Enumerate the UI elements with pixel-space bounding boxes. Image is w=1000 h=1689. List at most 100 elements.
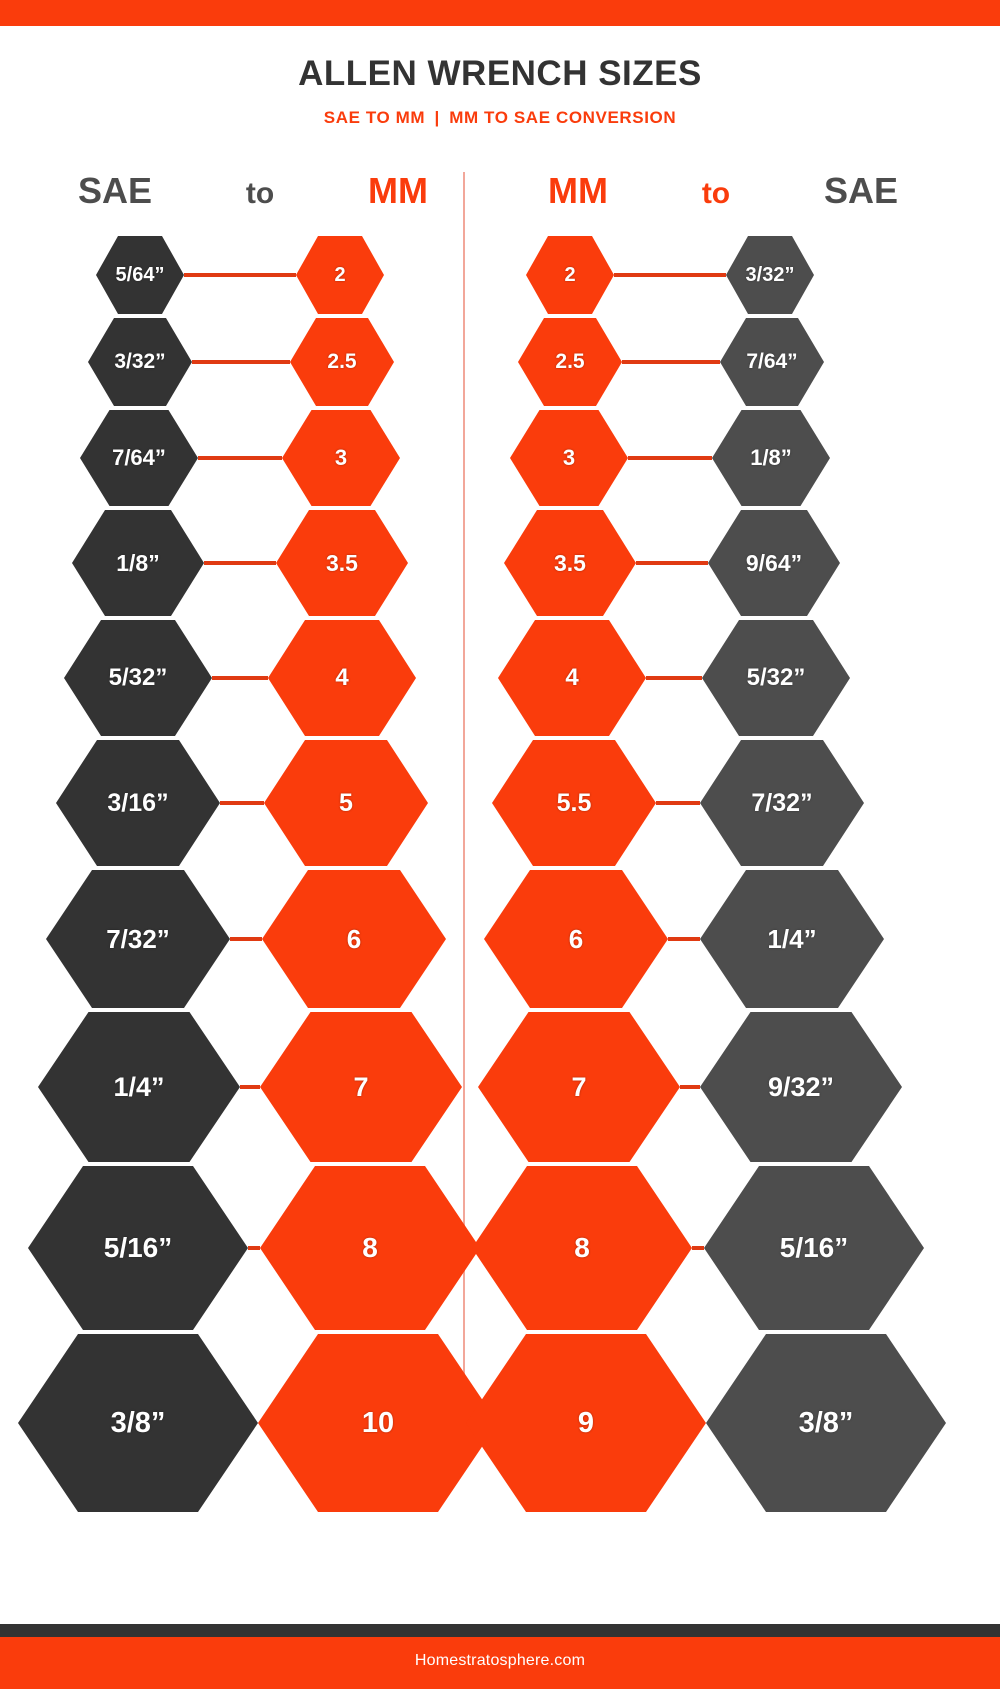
conversion-row: 3.5 9/64” <box>466 510 1000 616</box>
top-accent-bar <box>0 0 1000 26</box>
conversion-row: 8 5/16” <box>466 1166 1000 1330</box>
hex-label: 3 <box>562 445 576 470</box>
footer-dark-bar <box>0 1624 1000 1637</box>
hex-label: 4 <box>565 664 579 691</box>
hex-label: 2.5 <box>327 350 357 373</box>
connector-line <box>614 273 726 277</box>
hex-label: 3/32” <box>745 263 795 286</box>
hex-mm-value: 5.5 <box>492 740 656 866</box>
hex-mm-value: 3.5 <box>504 510 636 616</box>
hex-mm-value: 2.5 <box>290 318 394 406</box>
hex-mm-value: 8 <box>260 1166 480 1330</box>
hex-label: 5/32” <box>108 664 168 691</box>
hex-mm-value: 2 <box>526 236 614 314</box>
hex-mm-value: 3 <box>510 410 628 506</box>
hex-mm-value: 8 <box>472 1166 692 1330</box>
hex-label: 4 <box>335 664 349 691</box>
hex-sae-value: 5/16” <box>704 1166 924 1330</box>
hex-mm-value: 7 <box>260 1012 462 1162</box>
sae-to-mm-panel: 5/64” 2 3/32” 2.5 7/64” 3 1/8” 3.5 5/32” 4 3/16” 5 7… <box>0 236 498 1512</box>
connector-line <box>220 801 264 805</box>
conversion-row: 5/32” 4 <box>0 620 463 736</box>
connector-line <box>204 561 276 565</box>
conversion-row: 7/32” 6 <box>0 870 463 1008</box>
hex-label: 6 <box>346 923 362 954</box>
hex-label: 3/32” <box>114 350 166 373</box>
page-subtitle: SAE TO MM | MM TO SAE CONVERSION <box>0 108 1000 128</box>
mm-to-sae-panel: 2 3/32” 2.5 7/64” 3 1/8” 3.5 9/64” 4 5/32” 5.5 7/32… <box>466 236 1000 1512</box>
hex-mm-value: 3 <box>282 410 400 506</box>
hex-label: 7 <box>571 1071 587 1102</box>
column-heading-sae-to-mm: SAE to MM <box>78 170 428 212</box>
hex-label: 5/32” <box>746 664 806 691</box>
connector-line <box>230 937 262 941</box>
hex-label: 9/64” <box>745 549 803 576</box>
heading-sae-right: SAE <box>823 170 898 211</box>
column-heading-mm-to-sae: MM to SAE <box>548 170 898 212</box>
hex-label: 9 <box>577 1406 595 1439</box>
connector-line <box>192 360 290 364</box>
hex-sae-value: 7/32” <box>46 870 230 1008</box>
hex-label: 5/64” <box>115 263 165 286</box>
subtitle-separator: | <box>434 108 440 127</box>
hex-sae-value: 5/32” <box>702 620 850 736</box>
hex-label: 7 <box>353 1071 369 1102</box>
connector-line <box>646 676 702 680</box>
hex-label: 7/32” <box>751 788 813 817</box>
connector-line <box>240 1085 260 1089</box>
hex-label: 3 <box>334 445 348 470</box>
hex-label: 10 <box>361 1406 395 1439</box>
heading-sae: SAE <box>78 170 153 211</box>
conversion-row: 5.5 7/32” <box>466 740 1000 866</box>
conversion-row: 2.5 7/64” <box>466 318 1000 406</box>
conversion-row: 4 5/32” <box>466 620 1000 736</box>
hex-label: 8 <box>574 1232 590 1263</box>
column-headings: SAE to MM MM to SAE <box>0 170 1000 226</box>
conversion-row: 3/8” 10 <box>0 1334 498 1512</box>
hex-sae-value: 1/8” <box>712 410 830 506</box>
hex-label: 2.5 <box>555 350 585 373</box>
hex-mm-value: 6 <box>262 870 446 1008</box>
hex-label: 3.5 <box>326 549 358 576</box>
hex-label: 8 <box>362 1232 378 1263</box>
heading-mm-right: MM <box>548 170 608 211</box>
hex-sae-value: 5/16” <box>28 1166 248 1330</box>
hex-label: 3.5 <box>554 549 586 576</box>
connector-line <box>680 1085 700 1089</box>
connector-line <box>248 1246 260 1250</box>
hex-sae-value: 7/64” <box>80 410 198 506</box>
hex-mm-value: 2.5 <box>518 318 622 406</box>
hex-sae-value: 3/8” <box>706 1334 946 1512</box>
page-title: ALLEN WRENCH SIZES <box>298 54 702 93</box>
hex-label: 9/32” <box>767 1071 835 1102</box>
conversion-row: 5/16” 8 <box>0 1166 480 1330</box>
hex-sae-value: 7/32” <box>700 740 864 866</box>
hex-label: 5.5 <box>556 788 592 817</box>
hex-mm-value: 4 <box>498 620 646 736</box>
hex-label: 1/4” <box>767 923 817 954</box>
hex-sae-value: 3/32” <box>726 236 814 314</box>
hex-sae-value: 9/64” <box>708 510 840 616</box>
connector-line <box>668 937 700 941</box>
subtitle-right: MM TO SAE CONVERSION <box>449 108 677 127</box>
conversion-row: 6 1/4” <box>466 870 1000 1008</box>
hex-sae-value: 9/32” <box>700 1012 902 1162</box>
hex-sae-value: 7/64” <box>720 318 824 406</box>
hex-label: 1/4” <box>113 1071 165 1102</box>
hex-label: 2 <box>334 263 346 286</box>
conversion-row: 7/64” 3 <box>0 410 463 506</box>
hex-mm-value: 7 <box>478 1012 680 1162</box>
heading-mm: MM <box>368 170 428 211</box>
heading-to-left: to <box>245 177 275 210</box>
hex-label: 6 <box>568 923 584 954</box>
hex-label: 7/32” <box>106 923 170 954</box>
hex-mm-value: 3.5 <box>276 510 408 616</box>
connector-line <box>184 273 296 277</box>
hex-label: 3/8” <box>110 1406 166 1439</box>
connector-line <box>692 1246 704 1250</box>
hex-label: 3/8” <box>798 1406 854 1439</box>
footer-credit: Homestratosphere.com <box>414 1652 586 1669</box>
hex-label: 1/8” <box>116 549 160 576</box>
connector-line <box>628 456 712 460</box>
hex-label: 3/16” <box>107 788 169 817</box>
